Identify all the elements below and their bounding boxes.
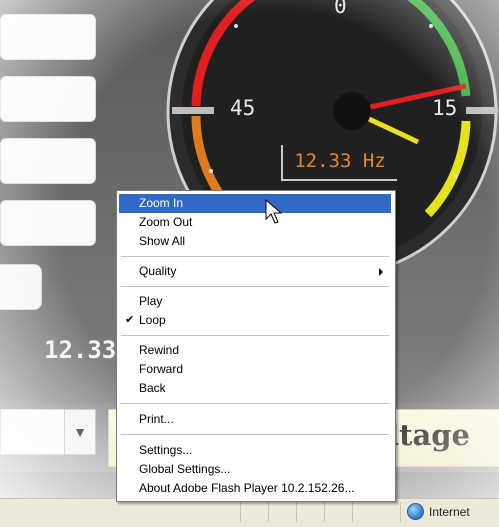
rounded-input-box[interactable] (0, 264, 42, 310)
menu-item-print[interactable]: Print... (119, 410, 391, 429)
status-divider (268, 502, 269, 522)
submenu-arrow-icon (379, 268, 383, 276)
needle-hub (333, 92, 371, 130)
status-divider (352, 502, 353, 522)
menu-item-show-all[interactable]: Show All (119, 232, 391, 251)
menu-item-forward[interactable]: Forward (119, 360, 391, 379)
gauge-tick-top: 0 (334, 0, 347, 18)
globe-icon (407, 503, 424, 520)
menu-item-back[interactable]: Back (119, 379, 391, 398)
dropdown-button[interactable]: ▼ (64, 409, 96, 455)
menu-separator (121, 403, 389, 404)
zone-label: Internet (429, 504, 470, 519)
left-readout: 12.33 (44, 336, 117, 364)
browser-status-bar: Internet (0, 498, 499, 527)
tick-mark-right (466, 107, 498, 114)
security-zone[interactable]: Internet (407, 503, 470, 520)
mouse-cursor-icon (265, 199, 283, 224)
input-field-1[interactable] (0, 14, 96, 60)
status-divider (296, 502, 297, 522)
frequency-readout: 12.33 Hz (281, 145, 397, 181)
chevron-down-icon: ▼ (73, 424, 87, 440)
menu-separator (121, 256, 389, 257)
input-field-2[interactable] (0, 76, 96, 122)
status-divider (240, 502, 241, 522)
status-divider (324, 502, 325, 522)
menu-item-quality[interactable]: Quality (119, 262, 391, 281)
menu-item-play[interactable]: Play (119, 292, 391, 311)
menu-separator (121, 286, 389, 287)
voltage-button-label: ltage (388, 418, 470, 452)
menu-item-quality-label: Quality (139, 264, 177, 278)
checkmark-icon: ✔ (125, 314, 135, 326)
status-divider (400, 502, 401, 522)
menu-item-global-settings[interactable]: Global Settings... (119, 460, 391, 479)
menu-separator (121, 335, 389, 336)
menu-item-zoom-in[interactable]: Zoom In (119, 194, 391, 213)
menu-item-settings[interactable]: Settings... (119, 441, 391, 460)
gauge-tick-right: 15 (432, 96, 458, 120)
gauge-tick-left: 45 (230, 96, 256, 120)
menu-item-about[interactable]: About Adobe Flash Player 10.2.152.26... (119, 479, 391, 498)
menu-separator (121, 434, 389, 435)
menu-item-zoom-out[interactable]: Zoom Out (119, 213, 391, 232)
select-field[interactable] (0, 409, 66, 455)
input-field-4[interactable] (0, 200, 96, 246)
input-field-3[interactable] (0, 138, 96, 184)
flash-context-menu: Zoom In Zoom Out Show All Quality Play ✔… (116, 190, 396, 502)
menu-item-loop[interactable]: ✔ Loop (119, 311, 391, 330)
tick-mark-left (172, 107, 214, 114)
menu-item-rewind[interactable]: Rewind (119, 341, 391, 360)
menu-item-loop-label: Loop (139, 313, 166, 327)
